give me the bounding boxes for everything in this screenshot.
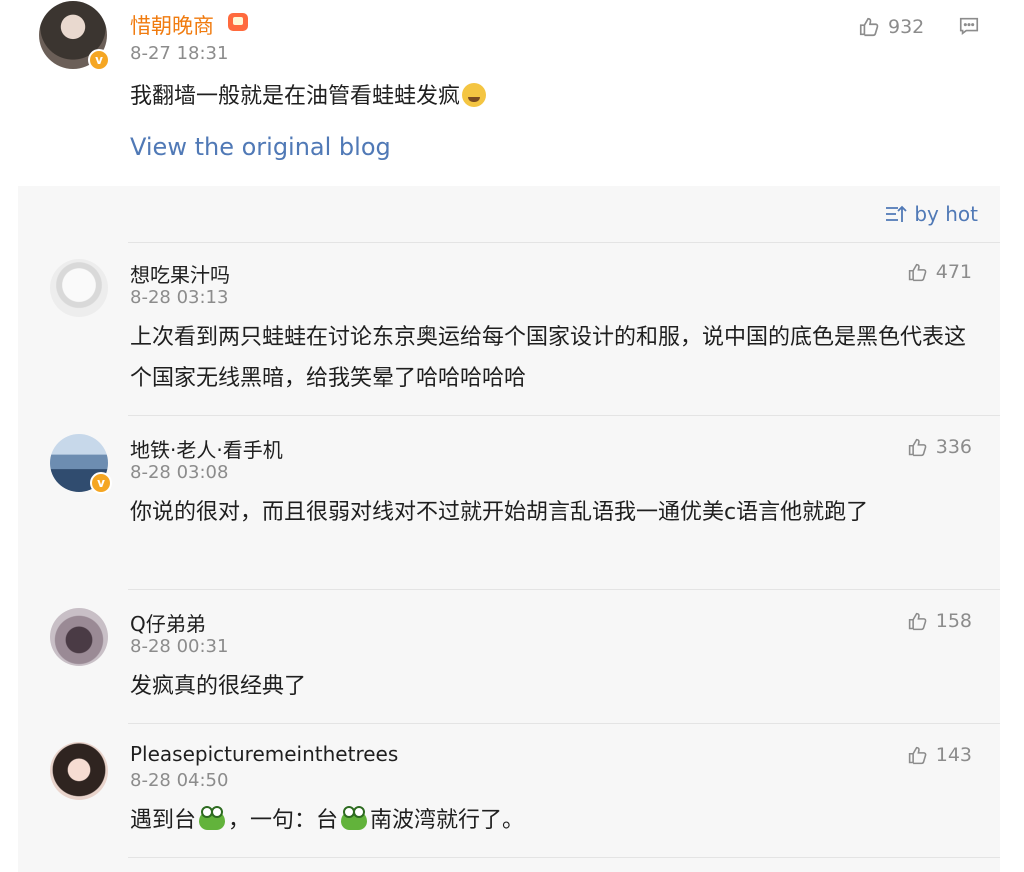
- commenter-name[interactable]: Q仔弟弟: [130, 608, 206, 637]
- comment-like-button[interactable]: 158: [907, 610, 972, 632]
- comment-text: 发疯真的很经典了: [130, 674, 307, 699]
- comment-time: 8-28 00:31: [130, 636, 229, 657]
- comment-like-button[interactable]: 336: [907, 436, 972, 458]
- comment-text: 遇到台 ，一句：台 南波湾就行了。: [130, 806, 525, 833]
- thumbs-up-icon: [859, 17, 879, 37]
- post-like-button[interactable]: 932: [858, 14, 924, 40]
- post-time: 8-27 18:31: [130, 43, 229, 64]
- comment-time: 8-28 03:13: [130, 287, 229, 308]
- comment-like-button[interactable]: 471: [907, 261, 972, 283]
- commenter-avatar[interactable]: [50, 742, 108, 800]
- divider: [128, 589, 1000, 590]
- comment-like-button[interactable]: 143: [907, 744, 972, 766]
- sort-label: by hot: [914, 202, 978, 226]
- commenter-name[interactable]: Pleasepicturemeinthetrees: [130, 742, 398, 766]
- thumbs-up-icon: [908, 438, 927, 456]
- divider: [128, 723, 1000, 724]
- sort-icon: [886, 205, 907, 222]
- view-original-blog-link[interactable]: View the original blog: [130, 133, 391, 161]
- divider: [128, 242, 1000, 243]
- commenter-name[interactable]: 地铁·老人·看手机: [130, 434, 283, 463]
- frog-emoji-icon: [341, 806, 368, 830]
- thumbs-up-icon: [908, 612, 927, 630]
- post-text: 我翻墙一般就是在油管看蛙蛙发疯: [130, 78, 487, 110]
- vip-crown-icon: [228, 13, 248, 31]
- sort-by-hot-button[interactable]: by hot: [885, 202, 978, 226]
- verified-badge-icon: v: [88, 49, 110, 71]
- comment-like-count: 471: [935, 261, 972, 283]
- comment-text: 上次看到两只蛙蛙在讨论东京奥运给每个国家设计的和服，说中国的底色是黑色代表这个国…: [130, 325, 967, 391]
- divider: [128, 857, 1000, 858]
- comment-time: 8-28 03:08: [130, 462, 229, 483]
- post-like-count: 932: [888, 16, 925, 38]
- comments-section: by hot 想吃果汁吗 8-28 03:13 471 上次看到两只蛙蛙在讨论东…: [18, 186, 1000, 872]
- post-author-name[interactable]: 惜朝晚商: [130, 10, 214, 40]
- divider: [128, 415, 1000, 416]
- comment-icon[interactable]: [958, 15, 980, 37]
- laughing-emoji-icon: [462, 83, 487, 107]
- commenter-avatar[interactable]: [50, 608, 108, 666]
- frog-emoji-icon: [199, 806, 226, 830]
- commenter-avatar[interactable]: [50, 259, 108, 317]
- comment-like-count: 143: [935, 744, 972, 766]
- comment-time: 8-28 04:50: [130, 770, 229, 791]
- original-post: v 惜朝晚商 8-27 18:31 932 我翻墙一般就是在油管看蛙蛙发疯 Vi…: [0, 0, 1024, 186]
- comment-like-count: 336: [935, 436, 972, 458]
- verified-badge-icon: v: [90, 472, 112, 494]
- comment-like-count: 158: [935, 610, 972, 632]
- commenter-name[interactable]: 想吃果汁吗: [130, 259, 230, 288]
- thumbs-up-icon: [908, 746, 927, 764]
- thumbs-up-icon: [908, 263, 927, 281]
- comment-text: 你说的很对，而且很弱对线对不过就开始胡言乱语我一通优美c语言他就跑了: [130, 500, 869, 525]
